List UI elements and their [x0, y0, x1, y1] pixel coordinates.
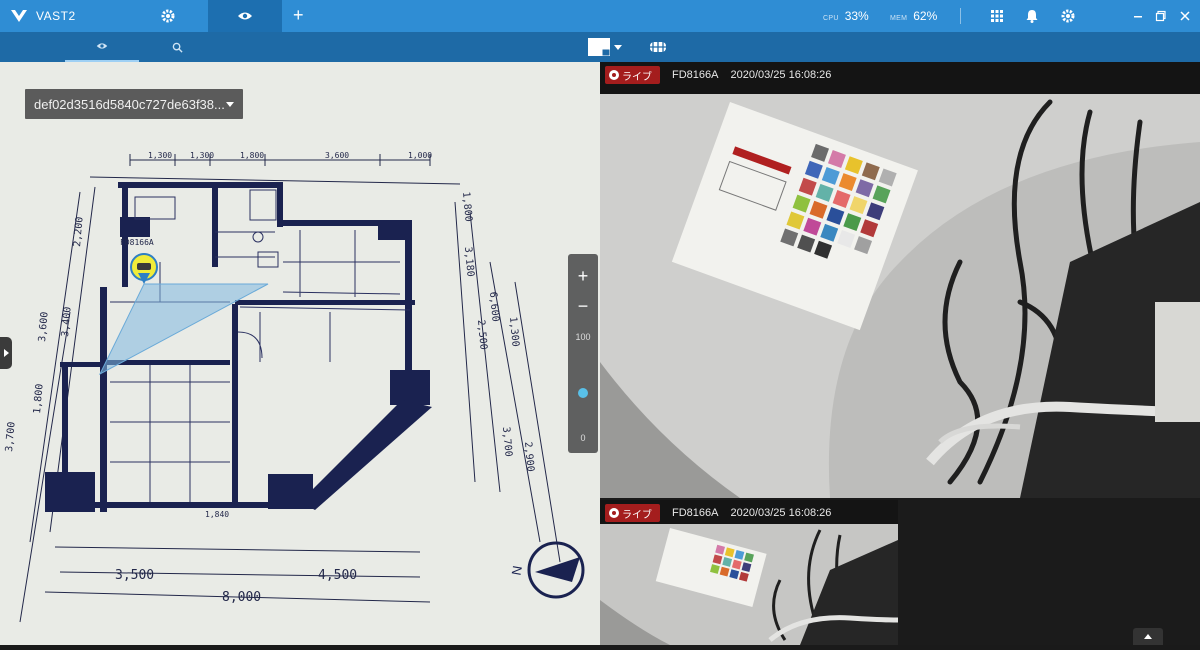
cpu-label: CPU — [823, 15, 839, 22]
dim-bottom-left: 3,500 — [115, 568, 154, 583]
camera-header-2: ライブ FD8166A 2020/03/25 16:08:26 — [600, 500, 831, 526]
eye-icon — [238, 12, 252, 20]
chevron-down-icon — [226, 102, 234, 107]
cpu-usage: CPU 33% — [823, 9, 869, 23]
layout-selector-button[interactable] — [588, 38, 622, 56]
camera-feed-1 — [600, 62, 1200, 498]
scroll-up-button[interactable] — [1133, 628, 1163, 645]
fisheye-dewarp-icon[interactable] — [648, 40, 668, 54]
zoom-min-label: 0 — [580, 433, 586, 443]
camera-name: FD8166A — [672, 69, 719, 81]
apps-grid-icon[interactable] — [989, 8, 1005, 24]
map-selector-value: def02d3516d5840c727de63f38... — [34, 96, 225, 112]
dim-inner: 1,840 — [205, 510, 229, 519]
camera-header-1: ライブ FD8166A 2020/03/25 16:08:26 — [600, 62, 831, 88]
app-title: VAST2 — [36, 9, 76, 23]
dim-top-1: 1,300 — [148, 151, 172, 160]
tab-live-view[interactable] — [65, 32, 139, 62]
system-settings-gear-icon[interactable] — [1060, 8, 1076, 24]
dim-bottom-total: 8,000 — [222, 590, 261, 605]
zoom-in-button[interactable]: + — [568, 266, 598, 286]
floor-map-panel[interactable]: 1,300 1,300 1,800 3,600 1,000 1,840 3,50… — [0, 62, 600, 645]
record-dot-icon — [609, 508, 619, 518]
camera-view-1[interactable]: ライブ FD8166A 2020/03/25 16:08:26 — [600, 62, 1200, 498]
chevron-right-icon — [3, 349, 9, 357]
zoom-out-button[interactable]: − — [568, 296, 598, 316]
camera-timestamp: 2020/03/25 16:08:26 — [730, 507, 832, 519]
camera-name: FD8166A — [672, 507, 719, 519]
live-label: ライブ — [622, 71, 652, 83]
vivotek-logo-icon — [11, 10, 27, 22]
dim-top-4: 3,600 — [325, 151, 349, 160]
top-bar: VAST2 + CPU 33% MEM 62% — [0, 0, 1200, 32]
restore-icon[interactable] — [1153, 8, 1169, 24]
zoom-slider-handle[interactable] — [578, 388, 588, 398]
floor-plan-map[interactable]: 1,300 1,300 1,800 3,600 1,000 1,840 3,50… — [0, 62, 600, 645]
live-badge[interactable]: ライブ — [605, 504, 660, 522]
minimize-icon[interactable] — [1130, 8, 1146, 24]
tab-liveview[interactable] — [208, 0, 282, 32]
camera-map-label: FD8166A — [120, 238, 154, 247]
chevron-down-icon — [614, 44, 622, 50]
collapse-panel-handle[interactable] — [0, 337, 12, 369]
cpu-value: 33% — [844, 9, 869, 23]
tab-search[interactable] — [140, 32, 214, 62]
close-icon[interactable] — [1177, 8, 1193, 24]
camera-timestamp: 2020/03/25 16:08:26 — [730, 69, 832, 81]
dim-top-2: 1,300 — [190, 151, 214, 160]
dim-top-3: 1,800 — [240, 151, 264, 160]
zoom-max-label: 100 — [575, 332, 591, 342]
mem-value: 62% — [913, 9, 938, 23]
live-badge[interactable]: ライブ — [605, 66, 660, 84]
live-label: ライブ — [622, 509, 652, 521]
dim-bottom-right: 4,500 — [318, 568, 357, 583]
record-dot-icon — [609, 70, 619, 80]
camera-view-2[interactable]: ライブ FD8166A 2020/03/25 16:08:26 — [600, 500, 898, 645]
layout-grid-icon — [588, 38, 610, 56]
chevron-up-icon — [1144, 634, 1152, 639]
search-icon — [172, 42, 183, 53]
empty-view-cell[interactable] — [898, 498, 1200, 645]
dim-top-5: 1,000 — [408, 151, 432, 160]
notification-bell-icon[interactable] — [1024, 8, 1040, 24]
map-zoom-control: + − 100 0 — [568, 254, 598, 453]
mem-usage: MEM 62% — [890, 9, 937, 23]
mem-label: MEM — [890, 15, 908, 22]
settings-gear-icon[interactable] — [160, 8, 176, 24]
eye-icon — [96, 43, 108, 49]
app-logo: VAST2 — [10, 7, 76, 25]
topbar-divider — [960, 8, 961, 24]
map-selector-dropdown[interactable]: def02d3516d5840c727de63f38... — [25, 89, 243, 119]
add-tab-button[interactable]: + — [293, 4, 304, 26]
